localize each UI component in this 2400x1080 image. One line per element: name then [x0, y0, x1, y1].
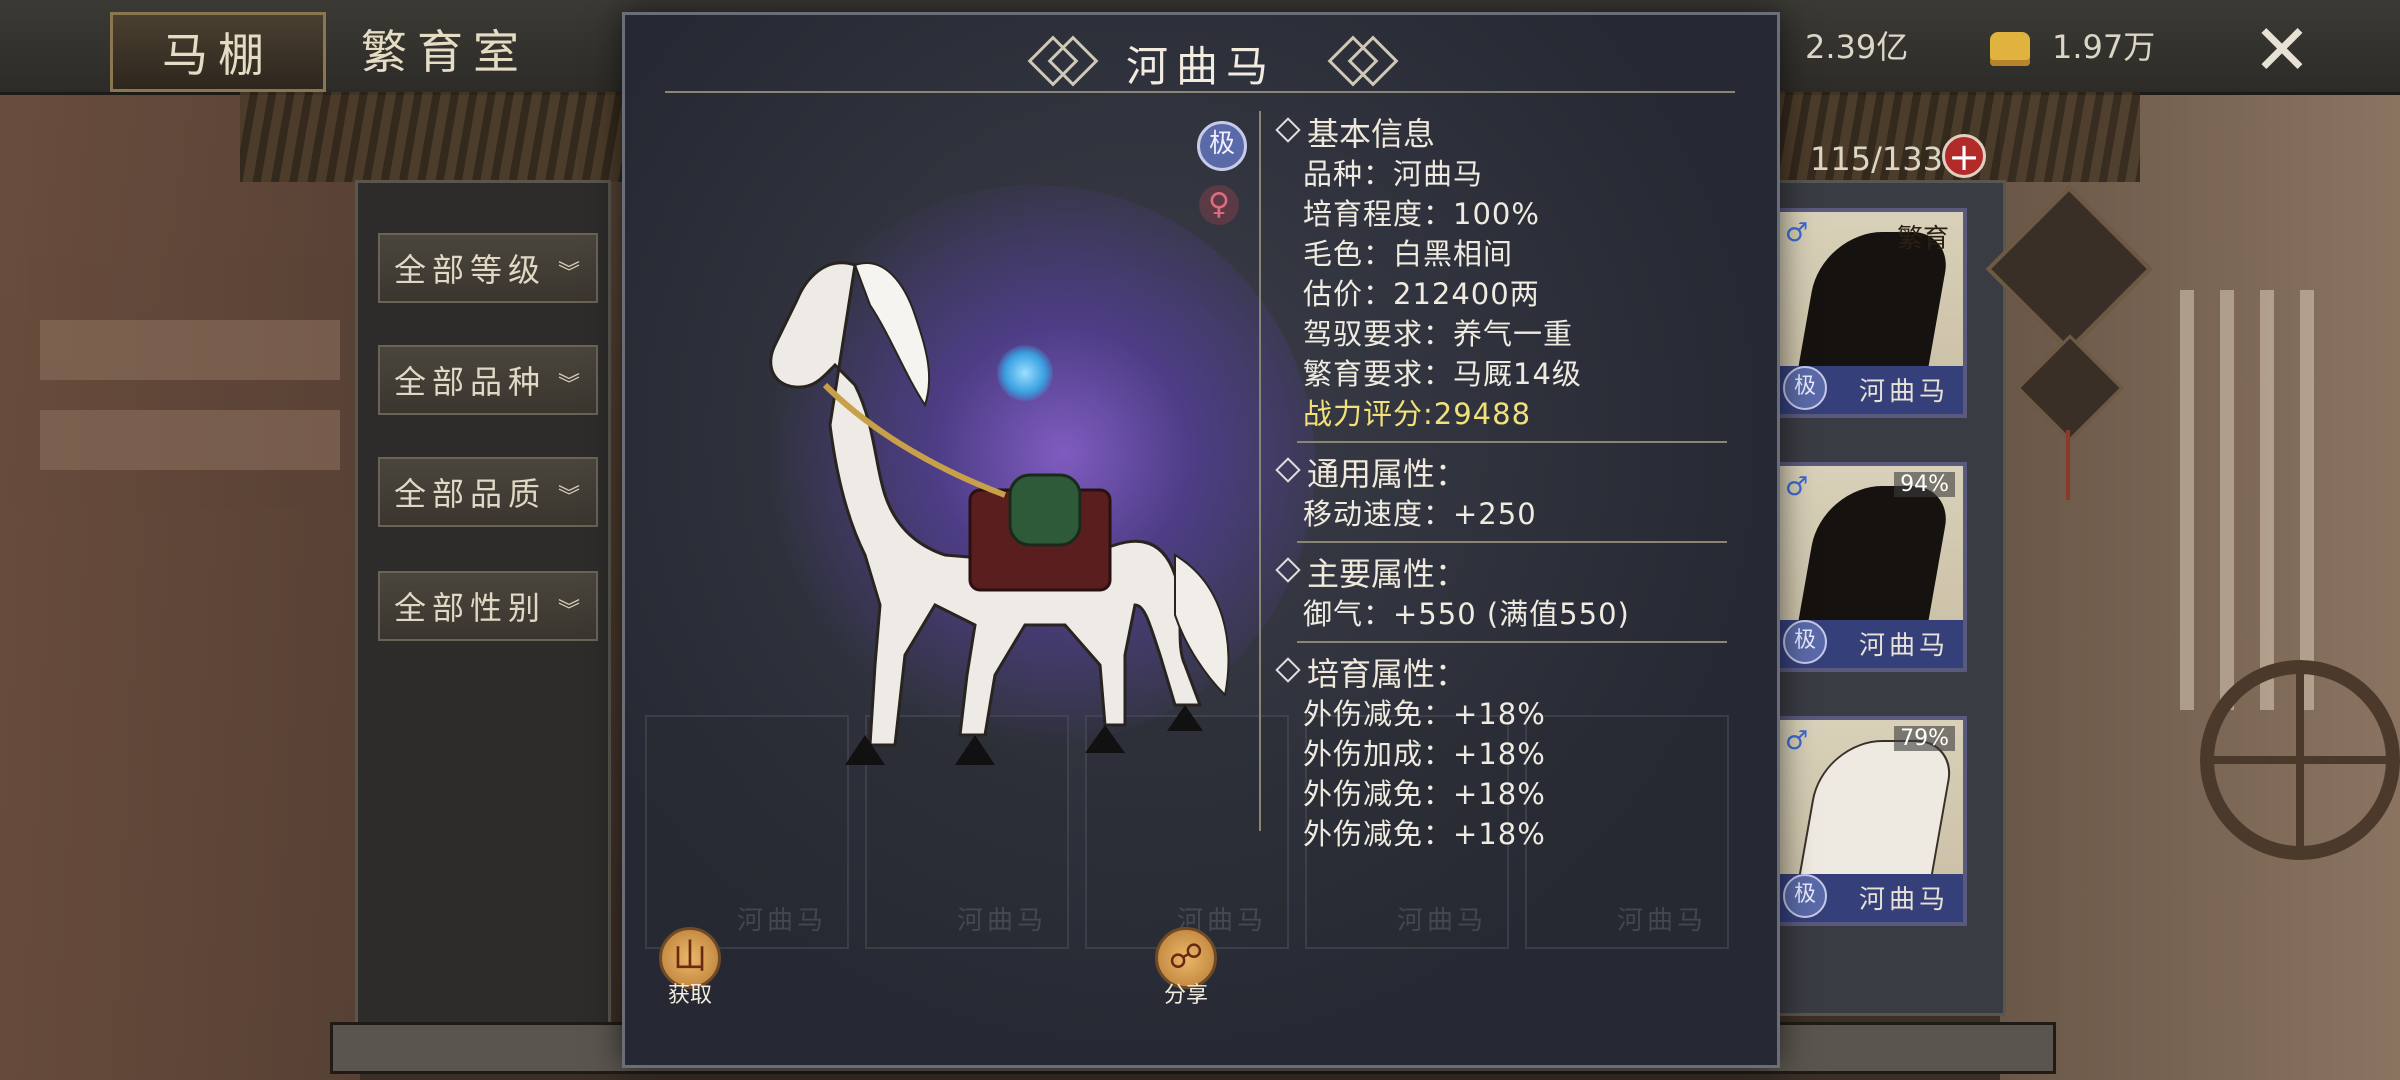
ghost-card-name: 河曲马	[1616, 906, 1707, 936]
horse-info-panel: 基本信息 品种：河曲马 培育程度：100% 毛色：白黑相间 估价：212400两…	[1273, 109, 1753, 851]
section-heading: 基本信息	[1307, 115, 1436, 153]
tab-stable[interactable]: 马棚	[110, 12, 326, 92]
ghost-card-name: 河曲马	[956, 906, 1047, 936]
filter-breed[interactable]: 全部品种 ︾	[378, 345, 598, 415]
diamond-bullet-icon	[1275, 117, 1301, 143]
section-divider	[1297, 441, 1727, 443]
section-heading: 培育属性：	[1307, 655, 1468, 693]
male-icon: ♂	[1785, 472, 1809, 502]
info-price: 估价：212400两	[1303, 277, 1540, 311]
section-general-attributes: 通用属性：	[1273, 449, 1753, 493]
share-label: 分享	[1163, 983, 1208, 1008]
horse-detail-popup: 河曲马 河曲马 河曲马 河曲马 河曲马 河曲马 极 ♀ 基本信息 品种：河曲马 …	[622, 12, 1780, 1068]
title-divider	[665, 91, 1735, 93]
sign-tassel	[2066, 430, 2070, 500]
horse-illustration	[769, 261, 1230, 765]
chevron-down-icon: ︾	[557, 599, 586, 624]
section-heading: 通用属性：	[1307, 455, 1468, 493]
horse-name: 河曲马	[1858, 377, 1949, 407]
info-coat-color: 毛色：白黑相间	[1303, 237, 1514, 271]
horse-name: 河曲马	[1858, 885, 1949, 915]
horse-portrait	[1795, 740, 1957, 894]
info-power-score: 战力评分:29488	[1303, 397, 1532, 431]
filter-label: 全部性别	[394, 589, 547, 627]
tab-breeding-room[interactable]: 繁育室	[340, 12, 550, 86]
ghost-card-name: 河曲马	[736, 906, 827, 936]
horse-card[interactable]: ♂ 79% 河曲马 极	[1775, 716, 1967, 926]
horse-portrait	[1795, 486, 1953, 636]
wall-slat	[2260, 290, 2274, 710]
section-divider	[1297, 541, 1727, 543]
horse-card[interactable]: ♂ 94% 河曲马 极	[1775, 462, 1967, 672]
horse-name: 河曲马	[1858, 631, 1949, 661]
attr-breeding: 外伤加成：+18%	[1303, 737, 1546, 771]
section-divider	[1297, 641, 1727, 643]
wall-slat	[2220, 290, 2234, 710]
info-breed: 品种：河曲马	[1303, 157, 1484, 191]
gold-amount: 1.97万	[2052, 28, 2156, 66]
section-heading: 主要属性：	[1307, 555, 1468, 593]
gold-ingot-icon	[1990, 32, 2030, 66]
chevron-down-icon: ︾	[557, 485, 586, 510]
filter-label: 全部等级	[394, 251, 547, 289]
rank-icon: 极	[1783, 620, 1827, 664]
filter-label: 全部品种	[394, 363, 547, 401]
filter-level[interactable]: 全部等级 ︾	[378, 233, 598, 303]
card-badge: 79%	[1894, 726, 1955, 751]
attr-breeding: 外伤减免：+18%	[1303, 697, 1546, 731]
info-breeding-degree: 培育程度：100%	[1303, 197, 1540, 231]
filter-gender[interactable]: 全部性别 ︾	[378, 571, 598, 641]
chevron-down-icon: ︾	[557, 373, 586, 398]
rank-icon: 极	[1783, 874, 1827, 918]
wall-slat	[2180, 290, 2194, 710]
filter-column: 全部等级 ︾ 全部品种 ︾ 全部品质 ︾ 全部性别 ︾	[355, 180, 611, 1026]
attr-breeding: 外伤减免：+18%	[1303, 817, 1546, 851]
male-icon: ♂	[1785, 726, 1809, 756]
obtain-button[interactable]: 山 获取	[655, 927, 725, 1009]
vertical-divider	[1259, 111, 1261, 831]
diamond-bullet-icon	[1275, 457, 1301, 483]
wall-slat	[2300, 290, 2314, 710]
section-breeding-attributes: 培育属性：	[1273, 649, 1753, 693]
add-slot-button[interactable]: +	[1942, 134, 1986, 178]
left-wall	[0, 90, 360, 1080]
ghost-card-name: 河曲马	[1396, 906, 1487, 936]
female-icon: ♀	[1199, 185, 1239, 225]
popup-title-row: 河曲马	[625, 15, 1777, 95]
card-badge: 94%	[1894, 472, 1955, 497]
popup-title: 河曲马	[1125, 42, 1276, 91]
filter-label: 全部品质	[394, 475, 547, 513]
info-breed-requirement: 繁育要求：马厩14级	[1303, 357, 1582, 391]
stable-count: 115/133	[1810, 140, 1943, 178]
section-main-attributes: 主要属性：	[1273, 549, 1753, 593]
close-icon[interactable]: ✕	[2250, 9, 2314, 91]
cart-wheel	[2200, 660, 2400, 860]
chevron-down-icon: ︾	[557, 261, 586, 286]
diamond-bullet-icon	[1275, 657, 1301, 683]
rank-icon: 极	[1197, 121, 1247, 171]
card-badge: 繁育	[1896, 224, 1949, 254]
section-basic-info: 基本信息	[1273, 109, 1753, 153]
window-slat	[40, 410, 340, 470]
male-icon: ♂	[1785, 218, 1809, 248]
rank-icon: 极	[1783, 366, 1827, 410]
share-button[interactable]: ☍ 分享	[1151, 927, 1221, 1009]
info-ride-requirement: 驾驭要求：养气一重	[1303, 317, 1574, 351]
attr-qi-control: 御气：+550 (满值550)	[1303, 597, 1630, 631]
silver-amount: 2.39亿	[1805, 28, 1909, 66]
horse-card[interactable]: ♂ 繁育 河曲马 极	[1775, 208, 1967, 418]
attr-move-speed: 移动速度：+250	[1303, 497, 1537, 531]
attr-breeding: 外伤减免：+18%	[1303, 777, 1546, 811]
obtain-label: 获取	[667, 983, 712, 1008]
window-slat	[40, 320, 340, 380]
filter-quality[interactable]: 全部品质 ︾	[378, 457, 598, 527]
diamond-bullet-icon	[1275, 557, 1301, 583]
